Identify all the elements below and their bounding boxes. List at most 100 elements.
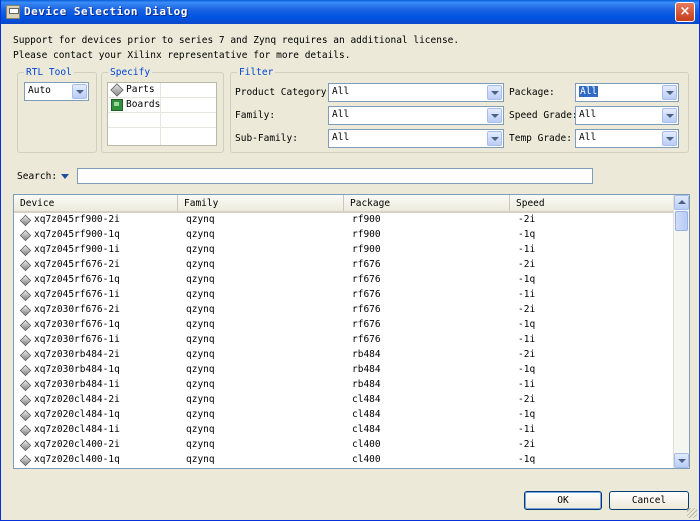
title-bar[interactable]: Device Selection Dialog × <box>1 0 699 24</box>
table-row[interactable]: xq7z030rb484-1q qzynq rb484 -1q <box>14 363 674 378</box>
cell-speed: -1q <box>518 364 536 375</box>
cell-device: xq7z030rf676-1i <box>34 334 120 345</box>
table-row[interactable]: xq7z030rf676-1i qzynq rf676 -1i <box>14 333 674 348</box>
chevron-down-icon[interactable] <box>487 131 502 146</box>
chip-icon <box>19 304 32 317</box>
chip-icon <box>19 379 32 392</box>
family-label: Family: <box>235 110 276 121</box>
temp-grade-label: Temp Grade: <box>509 133 572 144</box>
cell-family: qzynq <box>186 394 215 405</box>
cell-package: rf900 <box>352 214 381 225</box>
board-icon <box>111 99 123 111</box>
cell-package: rf676 <box>352 274 381 285</box>
license-info-line-1: Support for devices prior to series 7 an… <box>13 35 460 46</box>
ok-button[interactable]: OK <box>524 491 602 510</box>
search-input[interactable] <box>77 168 593 184</box>
chip-icon <box>19 244 32 257</box>
device-selection-dialog: Device Selection Dialog × Support for de… <box>0 0 700 521</box>
table-row[interactable]: xq7z020cl484-2i qzynq cl484 -2i <box>14 393 674 408</box>
search-label: Search: <box>17 171 58 182</box>
cell-device: xq7z030rb484-1q <box>34 364 120 375</box>
scroll-thumb[interactable] <box>675 211 688 231</box>
table-row[interactable]: xq7z030rb484-2i qzynq rb484 -2i <box>14 348 674 363</box>
scroll-up-icon[interactable] <box>674 195 689 210</box>
table-row[interactable]: xq7z030rf676-2i qzynq rf676 -2i <box>14 303 674 318</box>
cell-device: xq7z020cl400-2i <box>34 439 120 450</box>
license-info: Support for devices prior to series 7 an… <box>13 33 459 63</box>
cell-device: xq7z030rb484-2i <box>34 349 120 360</box>
cell-package: rf676 <box>352 259 381 270</box>
dialog-icon <box>6 5 20 19</box>
table-row[interactable]: xq7z020cl400-2i qzynq cl400 -2i <box>14 438 674 453</box>
scroll-down-icon[interactable] <box>674 453 689 468</box>
table-row[interactable]: xq7z045rf676-1i qzynq rf676 -1i <box>14 288 674 303</box>
cell-family: qzynq <box>186 289 215 300</box>
temp-grade-select[interactable]: All <box>575 129 679 148</box>
table-row[interactable]: xq7z030rf676-1q qzynq rf676 -1q <box>14 318 674 333</box>
product-category-select[interactable]: All <box>328 83 504 102</box>
cell-family: qzynq <box>186 409 215 420</box>
column-header-speed[interactable]: Speed <box>510 195 674 211</box>
rtl-tool-group: RTL Tool <box>17 67 97 153</box>
vertical-scrollbar[interactable] <box>673 195 689 468</box>
column-header-package[interactable]: Package <box>344 195 510 211</box>
sub-family-select[interactable]: All <box>328 129 504 148</box>
chip-icon <box>19 394 32 407</box>
chip-icon <box>19 439 32 452</box>
cell-speed: -1i <box>518 379 536 390</box>
chevron-down-icon[interactable] <box>487 108 502 123</box>
cell-speed: -2i <box>518 439 536 450</box>
specify-list: Parts Boards <box>107 82 217 146</box>
table-row[interactable]: xq7z020cl484-1i qzynq cl484 -1i <box>14 423 674 438</box>
family-select[interactable]: All <box>328 106 504 125</box>
rtl-tool-legend: RTL Tool <box>26 67 72 78</box>
chip-icon <box>19 424 32 437</box>
close-button[interactable]: × <box>675 2 695 22</box>
speed-grade-select[interactable]: All <box>575 106 679 125</box>
chevron-down-icon[interactable] <box>662 108 677 123</box>
column-header-device[interactable]: Device <box>14 195 178 211</box>
cell-family: qzynq <box>186 319 215 330</box>
cell-family: qzynq <box>186 334 215 345</box>
resize-grip-icon[interactable] <box>687 508 697 518</box>
chip-icon <box>19 409 32 422</box>
table-row[interactable]: xq7z030rb484-1i qzynq rb484 -1i <box>14 378 674 393</box>
cancel-button[interactable]: Cancel <box>609 491 689 510</box>
chip-icon <box>19 454 32 467</box>
package-select[interactable]: All <box>575 83 679 102</box>
table-row[interactable]: xq7z020cl484-1q qzynq cl484 -1q <box>14 408 674 423</box>
table-row[interactable]: xq7z045rf900-1q qzynq rf900 -1q <box>14 228 674 243</box>
cell-speed: -1i <box>518 424 536 435</box>
product-category-value: All <box>332 86 350 97</box>
sub-family-value: All <box>332 132 350 143</box>
rtl-tool-select[interactable]: Auto <box>24 82 89 101</box>
cell-package: cl484 <box>352 409 381 420</box>
search-options-chevron-icon[interactable] <box>61 174 69 179</box>
cell-device: xq7z020cl484-1i <box>34 424 120 435</box>
chevron-down-icon[interactable] <box>662 131 677 146</box>
cell-device: xq7z045rf900-1i <box>34 244 120 255</box>
chevron-down-icon[interactable] <box>72 84 87 99</box>
cell-device: xq7z030rf676-2i <box>34 304 120 315</box>
cell-family: qzynq <box>186 259 215 270</box>
cell-family: qzynq <box>186 274 215 285</box>
table-row[interactable]: xq7z045rf676-2i qzynq rf676 -2i <box>14 258 674 273</box>
cell-speed: -2i <box>518 214 536 225</box>
cell-family: qzynq <box>186 349 215 360</box>
cell-package: rb484 <box>352 379 381 390</box>
cell-package: cl484 <box>352 394 381 405</box>
chevron-down-icon[interactable] <box>487 85 502 100</box>
chevron-down-icon[interactable] <box>662 85 677 100</box>
cell-speed: -1q <box>518 229 536 240</box>
family-value: All <box>332 109 350 120</box>
cell-package: rb484 <box>352 349 381 360</box>
table-row[interactable]: xq7z020cl400-1q qzynq cl400 -1q <box>14 453 674 468</box>
rtl-tool-value: Auto <box>28 85 51 96</box>
specify-row-divider <box>108 127 216 128</box>
table-row[interactable]: xq7z045rf900-1i qzynq rf900 -1i <box>14 243 674 258</box>
cell-family: qzynq <box>186 244 215 255</box>
cell-package: rf900 <box>352 244 381 255</box>
table-row[interactable]: xq7z045rf900-2i qzynq rf900 -2i <box>14 213 674 228</box>
column-header-family[interactable]: Family <box>178 195 344 211</box>
table-row[interactable]: xq7z045rf676-1q qzynq rf676 -1q <box>14 273 674 288</box>
